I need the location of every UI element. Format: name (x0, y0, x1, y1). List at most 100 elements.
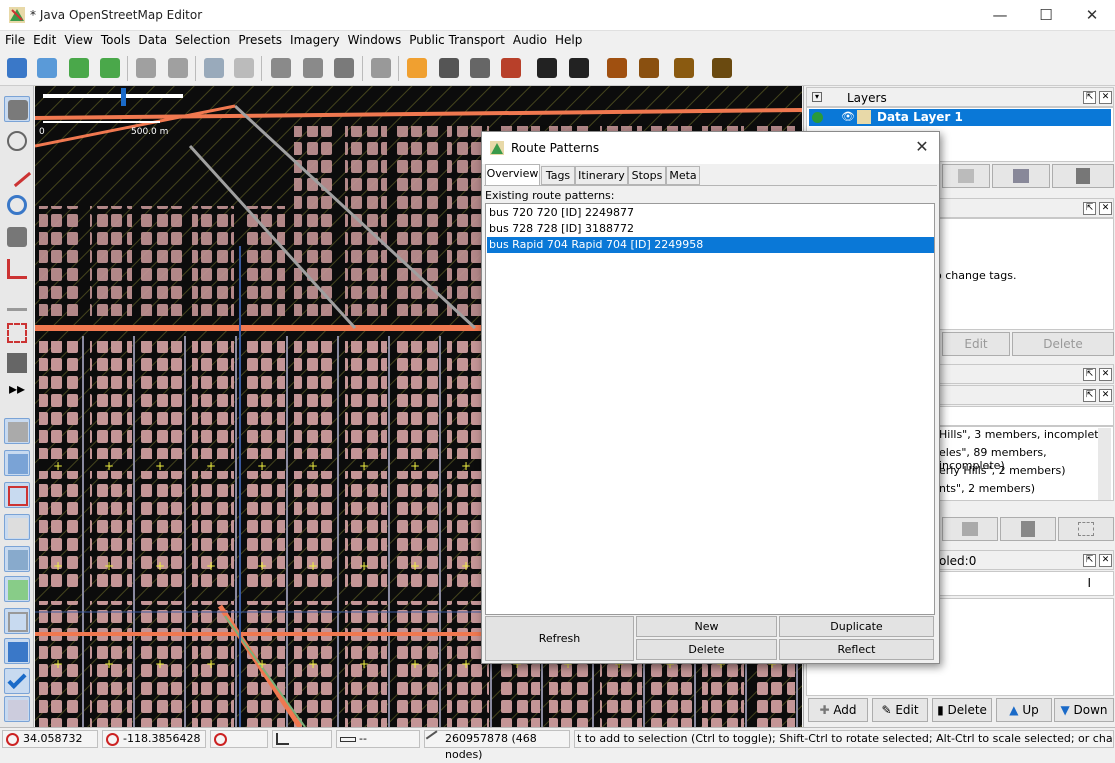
close-button[interactable]: ✕ (1069, 0, 1115, 31)
building-block[interactable] (243, 206, 285, 316)
select-mode-button[interactable] (4, 96, 30, 122)
layer-merge-button[interactable] (942, 164, 990, 188)
building-block[interactable] (294, 341, 336, 459)
building-block[interactable] (192, 206, 234, 316)
node-marker[interactable]: + (104, 657, 114, 671)
menu-edit[interactable]: Edit (28, 31, 59, 47)
node-marker[interactable]: + (359, 459, 369, 473)
delete-mode-button[interactable] (4, 224, 30, 250)
add-button[interactable]: ✚ Add (808, 698, 868, 722)
menu-tools[interactable]: Tools (96, 31, 134, 47)
toggle-filter-button[interactable] (4, 608, 30, 634)
menu-data[interactable]: Data (133, 31, 170, 47)
building-block[interactable] (39, 206, 81, 316)
node-marker[interactable]: + (461, 657, 471, 671)
detach-panel-icon[interactable]: ⇱ (1083, 368, 1096, 381)
building-block[interactable] (345, 126, 387, 316)
node-marker[interactable]: + (206, 559, 216, 573)
node-marker[interactable]: + (359, 657, 369, 671)
node-marker[interactable]: + (206, 657, 216, 671)
lasso-mode-button[interactable] (4, 128, 30, 154)
toggle-validator-button[interactable] (4, 668, 30, 694)
node-marker[interactable]: + (461, 459, 471, 473)
toggle-selection-button[interactable] (4, 514, 30, 540)
tab-meta[interactable]: Meta (666, 166, 700, 185)
node-marker[interactable]: + (308, 657, 318, 671)
toggle-conflict-button[interactable] (4, 638, 30, 664)
new-button[interactable]: New (636, 616, 777, 637)
undo-button[interactable] (133, 54, 159, 82)
wireframe-button[interactable] (368, 54, 394, 82)
building-block[interactable] (141, 341, 183, 459)
building-block[interactable] (243, 341, 285, 459)
building-mode-button[interactable] (4, 350, 30, 376)
delete-button[interactable]: ▮ Delete (932, 698, 992, 722)
preset-food-button[interactable] (636, 54, 662, 82)
close-panel-icon[interactable]: ✕ (1099, 389, 1112, 402)
open-location-button[interactable] (34, 54, 60, 82)
toggle-relations-button[interactable] (4, 482, 30, 508)
building-block[interactable] (345, 341, 387, 459)
eye-icon[interactable]: 👁 (841, 110, 855, 123)
relation-delete-button[interactable] (1000, 517, 1056, 541)
menu-public-transport[interactable]: Public Transport (404, 31, 508, 47)
info-button[interactable] (231, 54, 257, 82)
menu-audio[interactable]: Audio (508, 31, 550, 47)
tab-overview[interactable]: Overview (485, 164, 540, 186)
relations-scrollbar[interactable] (1098, 428, 1111, 500)
node-marker[interactable]: + (410, 559, 420, 573)
zoom-mode-button[interactable] (4, 192, 30, 218)
node-marker[interactable]: + (308, 459, 318, 473)
relation-select-button[interactable] (942, 517, 998, 541)
toggle-tags-button[interactable] (4, 450, 30, 476)
tab-stops[interactable]: Stops (628, 166, 666, 185)
layer-delete-button[interactable] (1052, 164, 1114, 188)
minimize-button[interactable]: — (977, 0, 1023, 31)
preferences-button[interactable] (201, 54, 227, 82)
tab-tags[interactable]: Tags (541, 166, 575, 185)
download-button[interactable] (66, 54, 92, 82)
menu-view[interactable]: View (59, 31, 95, 47)
node-marker[interactable]: + (53, 657, 63, 671)
layers-panel-header[interactable]: ▾ Layers ⇱ ✕ (806, 87, 1114, 107)
building-block[interactable] (90, 341, 132, 459)
menu-file[interactable]: File (0, 31, 28, 47)
building-block[interactable] (39, 341, 81, 459)
node-marker[interactable]: + (410, 459, 420, 473)
toggle-minimap-button[interactable] (4, 696, 30, 722)
tag-edit-button[interactable]: Edit (942, 332, 1010, 356)
building-block[interactable] (141, 206, 183, 316)
up-button[interactable]: ▲ Up (996, 698, 1052, 722)
relation-item[interactable]: Hills", 3 members, incomplete) (939, 428, 1110, 441)
dialog-close-button[interactable]: ✕ (911, 136, 933, 158)
node-marker[interactable]: + (257, 657, 267, 671)
edit-button[interactable]: ✎ Edit (872, 698, 928, 722)
tab-itinerary[interactable]: Itinerary (575, 166, 628, 185)
node-marker[interactable]: + (53, 559, 63, 573)
route-pattern-item[interactable]: bus 728 728 [ID] 3188772 (487, 221, 934, 237)
parallel-mode-button[interactable] (4, 288, 30, 314)
preset-car-button[interactable] (534, 54, 560, 82)
node-marker[interactable]: + (206, 459, 216, 473)
close-panel-icon[interactable]: ✕ (1099, 91, 1112, 104)
visible-check-icon[interactable] (812, 112, 823, 123)
node-marker[interactable]: + (104, 459, 114, 473)
relation-dup-button[interactable] (1058, 517, 1114, 541)
route-pattern-item[interactable]: bus 720 720 [ID] 2249877 (487, 205, 934, 221)
down-button[interactable]: ▼ Down (1054, 698, 1114, 722)
toggle-layers-button[interactable] (4, 418, 30, 444)
relation-item[interactable]: erly Hills", 2 members) (939, 464, 1066, 477)
menu-windows[interactable]: Windows (343, 31, 405, 47)
preset-highway-button[interactable] (404, 54, 430, 82)
route-pattern-item-selected[interactable]: bus Rapid 704 Rapid 704 [ID] 2249958 (487, 237, 934, 253)
toggle-commands-button[interactable] (4, 576, 30, 602)
detach-panel-icon[interactable]: ⇱ (1083, 554, 1096, 567)
node-marker[interactable]: + (155, 459, 165, 473)
building-block[interactable] (192, 341, 234, 459)
improve-way-button[interactable] (4, 256, 30, 282)
preset-industrial-button[interactable] (709, 54, 735, 82)
layer-row-data-layer-1[interactable]: 👁 Data Layer 1 (809, 109, 1111, 126)
relation-item[interactable]: nts", 2 members) (939, 482, 1035, 495)
node-marker[interactable]: + (410, 657, 420, 671)
delete-pattern-button[interactable]: Delete (636, 639, 777, 660)
